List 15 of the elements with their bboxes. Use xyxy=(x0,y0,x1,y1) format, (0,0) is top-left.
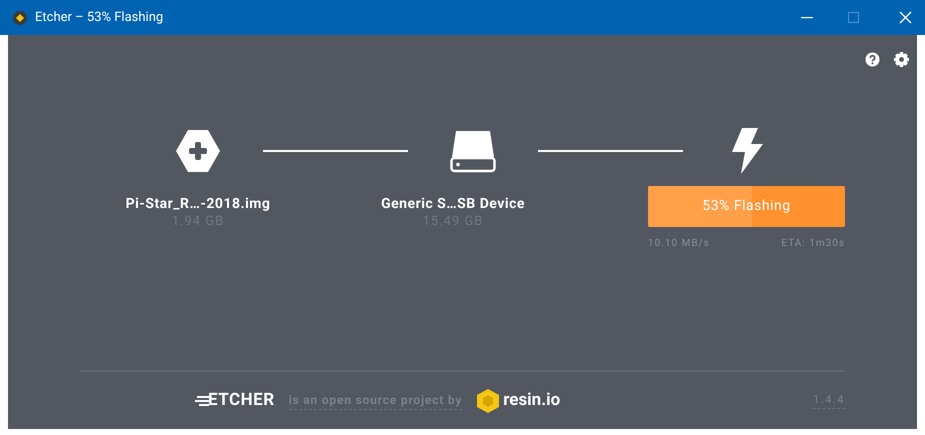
drive-icon[interactable] xyxy=(450,129,496,173)
app-logo-icon xyxy=(13,10,27,24)
minimize-icon[interactable] xyxy=(801,16,813,18)
help-icon[interactable] xyxy=(865,52,880,67)
settings-icon[interactable] xyxy=(894,52,909,67)
cube-logo-icon xyxy=(476,388,500,412)
speed-lines-icon xyxy=(195,394,209,406)
close-icon[interactable] xyxy=(899,11,912,24)
hexagon-plus-icon[interactable] xyxy=(176,128,220,174)
progress-button[interactable]: 53% Flashing xyxy=(648,186,845,227)
drive-name: Generic S…SB Device xyxy=(381,195,525,213)
window-title: Etcher – 53% Flashing xyxy=(35,8,164,27)
lightning-icon xyxy=(732,128,764,174)
etcher-logo: ETCHER xyxy=(208,388,275,412)
company-logo: resin.io xyxy=(503,388,560,412)
